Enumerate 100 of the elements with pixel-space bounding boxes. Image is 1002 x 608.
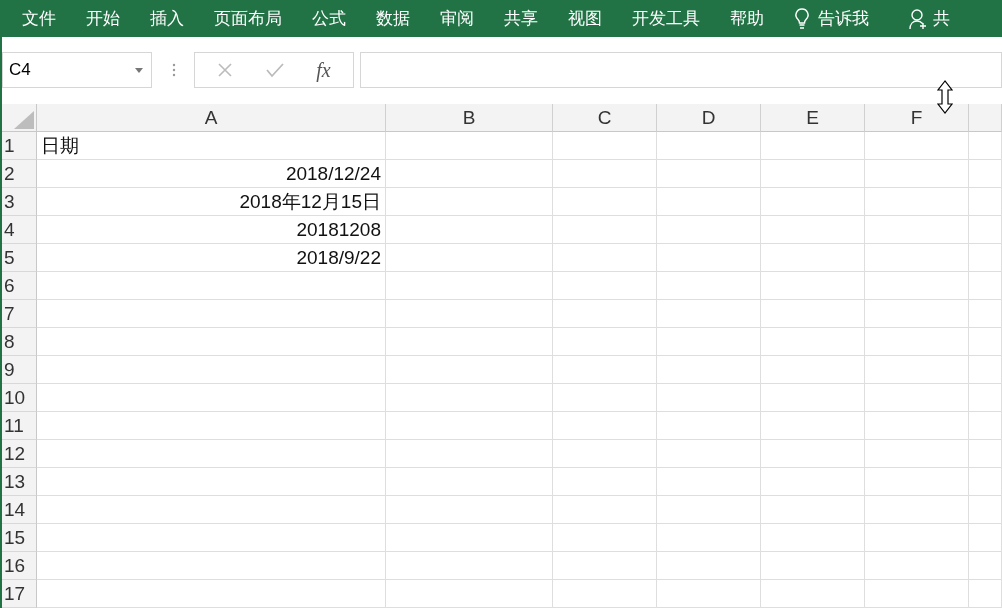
table-cell[interactable] — [386, 552, 553, 580]
table-cell[interactable] — [657, 524, 761, 552]
table-cell[interactable] — [761, 132, 865, 160]
table-cell[interactable] — [865, 468, 969, 496]
table-cell[interactable] — [386, 300, 553, 328]
table-cell[interactable] — [657, 300, 761, 328]
table-cell[interactable] — [865, 272, 969, 300]
table-cell[interactable] — [761, 384, 865, 412]
column-header[interactable]: E — [761, 104, 865, 132]
column-header[interactable]: D — [657, 104, 761, 132]
table-cell[interactable] — [386, 244, 553, 272]
table-cell[interactable] — [761, 552, 865, 580]
table-cell[interactable] — [37, 384, 386, 412]
table-cell[interactable]: 日期 — [37, 132, 386, 160]
table-cell[interactable] — [553, 160, 657, 188]
table-cell[interactable] — [969, 188, 1002, 216]
table-cell[interactable] — [553, 496, 657, 524]
check-icon[interactable] — [265, 62, 284, 78]
insert-function-button[interactable]: fx — [316, 58, 331, 82]
table-cell[interactable] — [657, 412, 761, 440]
table-cell[interactable] — [386, 216, 553, 244]
table-cell[interactable] — [657, 496, 761, 524]
table-cell[interactable] — [386, 132, 553, 160]
table-cell[interactable] — [969, 328, 1002, 356]
table-cell[interactable] — [37, 496, 386, 524]
table-cell[interactable] — [865, 188, 969, 216]
table-cell[interactable] — [657, 440, 761, 468]
row-header[interactable]: 3 — [2, 188, 37, 216]
table-cell[interactable] — [761, 272, 865, 300]
select-all-icon[interactable] — [14, 111, 34, 129]
row-header[interactable]: 15 — [2, 524, 37, 552]
table-cell[interactable] — [386, 496, 553, 524]
table-cell[interactable] — [37, 468, 386, 496]
table-cell[interactable] — [761, 356, 865, 384]
table-cell[interactable] — [969, 132, 1002, 160]
table-cell[interactable] — [657, 132, 761, 160]
table-cell[interactable] — [386, 580, 553, 608]
table-cell[interactable] — [553, 244, 657, 272]
table-cell[interactable] — [761, 216, 865, 244]
menu-tab[interactable]: 公式 — [312, 7, 346, 30]
menu-tab[interactable]: 视图 — [568, 7, 602, 30]
row-header[interactable]: 8 — [2, 328, 37, 356]
table-cell[interactable] — [969, 496, 1002, 524]
table-cell[interactable] — [386, 272, 553, 300]
name-box[interactable]: C4 — [2, 52, 152, 88]
table-cell[interactable] — [657, 384, 761, 412]
table-cell[interactable] — [761, 468, 865, 496]
table-cell[interactable] — [865, 160, 969, 188]
row-header[interactable]: 9 — [2, 356, 37, 384]
row-header[interactable]: 1 — [2, 132, 37, 160]
row-header[interactable]: 7 — [2, 300, 37, 328]
table-cell[interactable] — [865, 552, 969, 580]
table-cell[interactable] — [37, 552, 386, 580]
table-cell[interactable] — [865, 524, 969, 552]
menu-tab[interactable]: 插入 — [150, 7, 184, 30]
formula-field[interactable] — [360, 52, 1002, 88]
table-cell[interactable] — [657, 188, 761, 216]
table-cell[interactable] — [969, 300, 1002, 328]
select-all-button[interactable] — [2, 104, 37, 132]
table-cell[interactable]: 20181208 — [37, 216, 386, 244]
table-cell[interactable] — [37, 272, 386, 300]
table-cell[interactable] — [553, 216, 657, 244]
table-cell[interactable] — [865, 356, 969, 384]
table-cell[interactable] — [761, 300, 865, 328]
table-cell[interactable] — [969, 272, 1002, 300]
table-cell[interactable] — [657, 244, 761, 272]
table-cell[interactable] — [657, 216, 761, 244]
table-cell[interactable] — [37, 356, 386, 384]
table-cell[interactable] — [761, 440, 865, 468]
table-cell[interactable] — [761, 496, 865, 524]
table-cell[interactable] — [969, 160, 1002, 188]
row-header[interactable]: 4 — [2, 216, 37, 244]
table-cell[interactable] — [969, 552, 1002, 580]
menu-tab[interactable]: 文件 — [22, 7, 56, 30]
table-cell[interactable] — [553, 356, 657, 384]
table-cell[interactable] — [761, 160, 865, 188]
table-cell[interactable] — [553, 300, 657, 328]
table-cell[interactable] — [969, 356, 1002, 384]
column-header[interactable] — [969, 104, 1002, 132]
row-header[interactable]: 6 — [2, 272, 37, 300]
row-header[interactable]: 17 — [2, 580, 37, 608]
table-cell[interactable] — [657, 328, 761, 356]
table-cell[interactable]: 2018/9/22 — [37, 244, 386, 272]
table-cell[interactable] — [761, 580, 865, 608]
table-cell[interactable] — [761, 328, 865, 356]
row-header[interactable]: 10 — [2, 384, 37, 412]
row-header[interactable]: 13 — [2, 468, 37, 496]
table-cell[interactable] — [761, 244, 865, 272]
cancel-icon[interactable] — [217, 62, 234, 78]
table-cell[interactable] — [865, 384, 969, 412]
table-cell[interactable] — [865, 328, 969, 356]
column-header[interactable]: B — [386, 104, 553, 132]
table-cell[interactable] — [865, 132, 969, 160]
row-header[interactable]: 11 — [2, 412, 37, 440]
table-cell[interactable] — [865, 580, 969, 608]
table-cell[interactable] — [553, 552, 657, 580]
table-cell[interactable] — [761, 524, 865, 552]
menu-tab[interactable]: 数据 — [376, 7, 410, 30]
table-cell[interactable] — [386, 328, 553, 356]
column-header[interactable]: A — [37, 104, 386, 132]
